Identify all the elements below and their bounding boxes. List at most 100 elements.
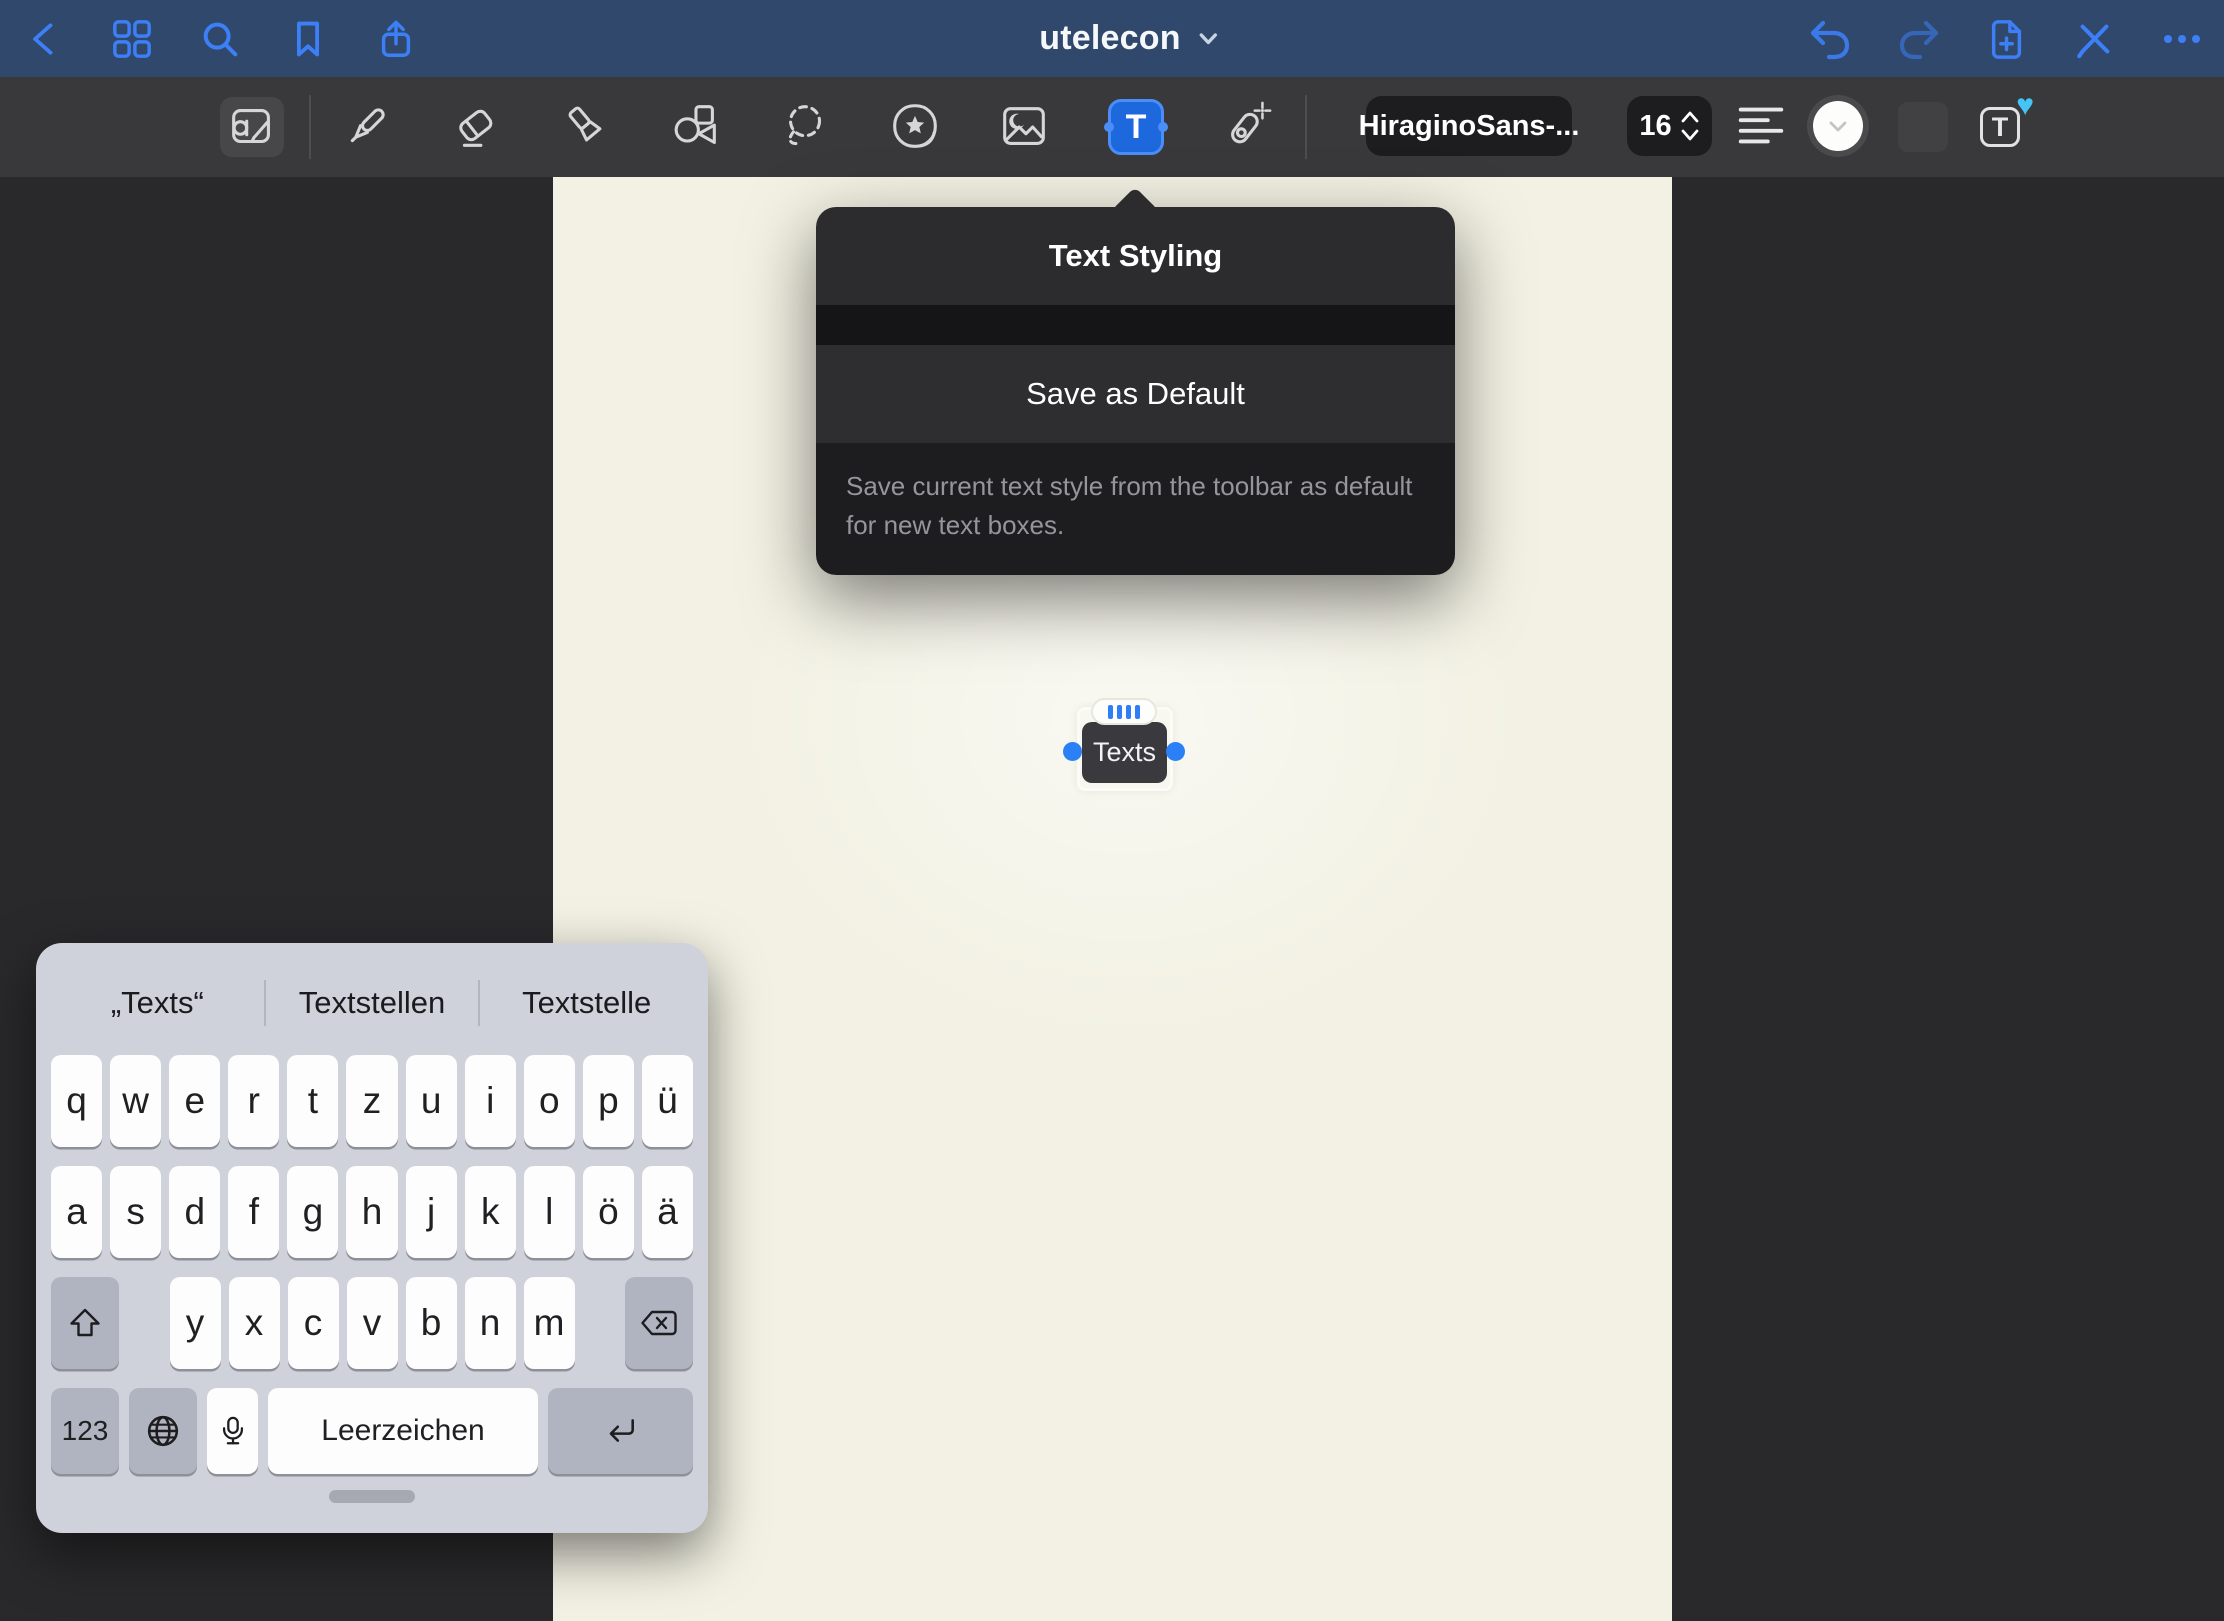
keyboard-row-3: yxcvbnm [51,1277,693,1369]
toolbar-divider [1305,95,1307,159]
space-key[interactable]: Leerzeichen [268,1388,538,1474]
textbox-right-resize-handle[interactable] [1166,742,1185,761]
text-tool-right-dot [1158,122,1168,132]
readonly-pen-icon[interactable] [2072,17,2116,61]
backspace-key[interactable] [625,1277,693,1369]
add-page-icon[interactable] [1985,17,2029,61]
floating-keyboard: „Texts“TextstellenTextstelle qwertzuiopü… [36,943,708,1533]
keyboard-row-2: asdfghjklöä [51,1166,693,1258]
key-i[interactable]: i [465,1055,516,1147]
redo-icon[interactable] [1897,17,1941,61]
key-r[interactable]: r [228,1055,279,1147]
heart-icon: ♥ [2016,91,2034,121]
key-j[interactable]: j [406,1166,457,1258]
key-h[interactable]: h [346,1166,397,1258]
shapes-tool-icon[interactable] [667,99,723,155]
text-color-white [1813,101,1863,151]
font-family-button[interactable]: HiraginoSans-... [1366,96,1572,156]
favorite-text-style-button[interactable]: T ♥ [1974,97,2032,155]
textbox-left-resize-handle[interactable] [1063,742,1082,761]
text-align-button[interactable] [1733,98,1789,154]
textbox-drag-handle[interactable] [1091,698,1157,725]
return-key[interactable] [548,1388,693,1474]
font-size-value: 16 [1639,110,1671,143]
key-f[interactable]: f [228,1166,279,1258]
popover-description-text: Save current text style from the toolbar… [846,471,1413,540]
sticker-tool-icon[interactable] [887,99,943,155]
key-ü[interactable]: ü [642,1055,693,1147]
key-d[interactable]: d [169,1166,220,1258]
text-color-swatch[interactable] [1807,95,1869,157]
key-u[interactable]: u [406,1055,457,1147]
bookmark-icon[interactable] [286,17,330,61]
popover-header: Text Styling [816,207,1455,305]
key-c[interactable]: c [288,1277,339,1369]
back-icon[interactable] [24,17,68,61]
key-ö[interactable]: ö [583,1166,634,1258]
key-y[interactable]: y [170,1277,221,1369]
key-t[interactable]: t [287,1055,338,1147]
key-g[interactable]: g [287,1166,338,1258]
text-tool-left-dot [1104,122,1114,132]
shift-key[interactable] [51,1277,119,1369]
key-w[interactable]: w [110,1055,161,1147]
key-o[interactable]: o [524,1055,575,1147]
numbers-key[interactable]: 123 [51,1388,119,1474]
selected-text-box[interactable]: Texts [1082,722,1167,783]
keyboard-drag-handle[interactable] [329,1490,415,1503]
laser-pointer-tool-icon[interactable] [1219,99,1275,155]
key-v[interactable]: v [347,1277,398,1369]
dictation-mic-key[interactable] [207,1388,258,1474]
key-x[interactable]: x [229,1277,280,1369]
stepper-chevrons-icon [1680,109,1700,143]
key-e[interactable]: e [169,1055,220,1147]
popover-description: Save current text style from the toolbar… [816,443,1455,575]
suggestion-1[interactable]: „Texts“ [51,985,264,1021]
numbers-key-label: 123 [62,1415,109,1447]
key-z[interactable]: z [346,1055,397,1147]
undo-icon[interactable] [1808,17,1852,61]
tool-ribbon: T HiraginoSans-... 16 T ♥ [0,77,2224,177]
eraser-tool-icon[interactable] [449,99,505,155]
popover-title: Text Styling [1049,238,1222,274]
key-a[interactable]: a [51,1166,102,1258]
keyboard-row-1: qwertzuiopü [51,1055,693,1147]
key-ä[interactable]: ä [642,1166,693,1258]
handwriting-tool-icon[interactable] [224,99,280,155]
key-q[interactable]: q [51,1055,102,1147]
swatch-chevron-icon [1825,113,1851,139]
chevron-down-icon [1197,27,1221,51]
font-family-label: HiraginoSans-... [1359,110,1580,143]
toolbar-empty-slot [1898,102,1948,152]
text-styling-popover: Text Styling Save as Default Save curren… [816,207,1455,575]
space-key-label: Leerzeichen [321,1414,484,1448]
search-icon[interactable] [198,17,242,61]
save-as-default-button[interactable]: Save as Default [816,345,1455,443]
pen-tool-icon[interactable] [338,99,394,155]
document-title-button[interactable]: utelecon [1039,0,1220,77]
suggestion-2[interactable]: Textstellen [266,985,479,1021]
key-m[interactable]: m [524,1277,575,1369]
suggestion-3[interactable]: Textstelle [480,985,693,1021]
key-n[interactable]: n [465,1277,516,1369]
text-tool-selected[interactable]: T [1108,99,1164,155]
more-options-icon[interactable] [2160,17,2204,61]
globe-key[interactable] [129,1388,197,1474]
key-k[interactable]: k [465,1166,516,1258]
document-title: utelecon [1039,19,1180,58]
key-s[interactable]: s [110,1166,161,1258]
top-nav-bar: utelecon [0,0,2224,77]
key-l[interactable]: l [524,1166,575,1258]
thumbnails-grid-icon[interactable] [110,17,154,61]
app-screen: utelecon [0,0,2224,1621]
highlighter-tool-icon[interactable] [559,99,615,155]
key-p[interactable]: p [583,1055,634,1147]
key-b[interactable]: b [406,1277,457,1369]
text-box-content: Texts [1093,737,1156,768]
share-icon[interactable] [374,17,418,61]
toolbar-divider [309,95,311,159]
font-size-stepper[interactable]: 16 [1627,96,1712,156]
image-tool-icon[interactable] [996,99,1052,155]
save-as-default-label: Save as Default [1026,376,1245,412]
lasso-tool-icon[interactable] [778,99,834,155]
